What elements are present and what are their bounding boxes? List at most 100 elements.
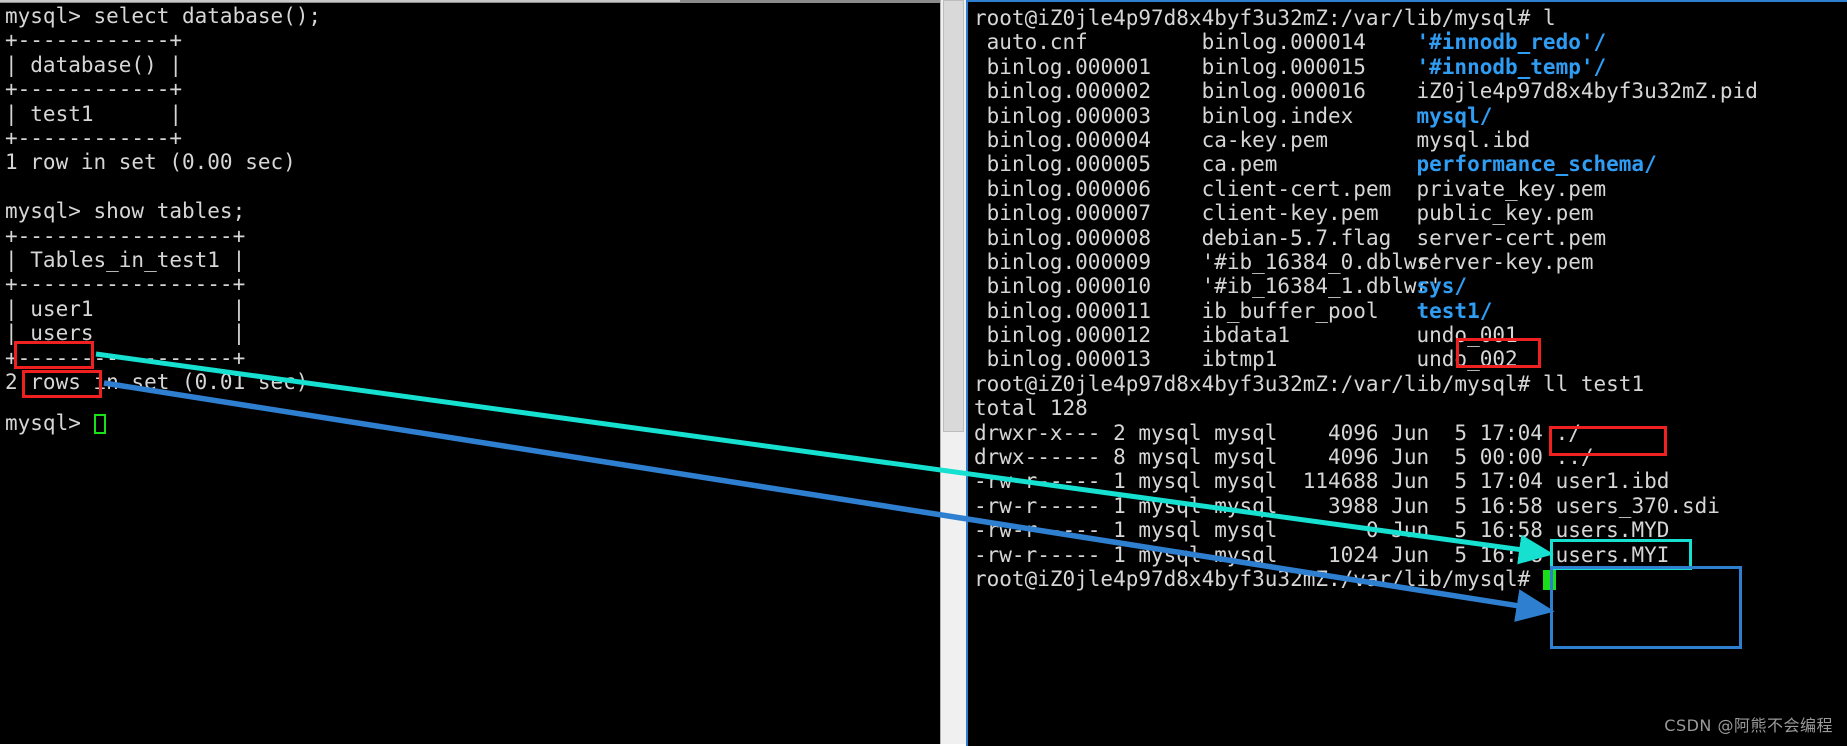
listing-indent: [974, 79, 987, 103]
shell-prompt-line-3: root@iZ0jle4p97d8x4byf3u32mZ:/var/lib/my…: [974, 567, 1758, 591]
file-entry: binlog.000001: [986, 54, 1202, 79]
file-listing-row: binlog.000001 binlog.000015 '#innodb_tem…: [974, 55, 1758, 79]
listing-indent: [974, 128, 987, 152]
window-title-strip: [0, 0, 680, 2]
csdn-watermark: CSDN @阿熊不会编程: [1664, 716, 1833, 735]
ll-output-row: -rw-r----- 1 mysql mysql 1024 Jun 5 16:5…: [974, 543, 1758, 567]
file-entry: binlog.index: [1201, 103, 1417, 128]
directory-entry: '#innodb_redo'/: [1416, 30, 1607, 55]
file-entry: binlog.000005: [986, 152, 1202, 177]
file-listing-row: binlog.000004 ca-key.pem mysql.ibd: [974, 128, 1758, 152]
file-listing-row: binlog.000010 '#ib_16384_1.dblwr'sys/: [974, 274, 1758, 298]
mysql-output-text: mysql> select database(); +------------+…: [5, 4, 322, 395]
file-listing-row: binlog.000006 client-cert.pem private_ke…: [974, 177, 1758, 201]
directory-entry: mysql/: [1416, 103, 1493, 128]
ll-row-filename: user1.ibd: [1555, 469, 1670, 494]
file-entry: binlog.000016: [1201, 79, 1417, 104]
file-entry: private_key.pem: [1416, 176, 1607, 201]
file-listing-row: binlog.000008 debian-5.7.flag server-cer…: [974, 226, 1758, 250]
shell-prompt-line-2: root@iZ0jle4p97d8x4byf3u32mZ:/var/lib/my…: [974, 372, 1758, 396]
mysql-prompt-line: mysql>: [5, 411, 106, 435]
text-cursor: [93, 414, 106, 434]
listing-indent: [974, 177, 987, 201]
ll-output-row: drwx------ 8 mysql mysql 4096 Jun 5 00:0…: [974, 445, 1758, 469]
file-entry: server-cert.pem: [1416, 225, 1607, 250]
listing-indent: [974, 55, 987, 79]
mysql-client-terminal[interactable]: mysql> select database(); +------------+…: [0, 0, 940, 744]
file-entry: server-key.pem: [1416, 249, 1594, 274]
ll-row-metadata: -rw-r----- 1 mysql mysql 3988 Jun 5 16:5…: [974, 493, 1556, 518]
file-listing-row: binlog.000009 '#ib_16384_0.dblwr'server-…: [974, 250, 1758, 274]
file-listing-row: binlog.000011 ib_buffer_pool test1/: [974, 299, 1758, 323]
mysql-prompt-label: mysql>: [5, 411, 94, 435]
file-entry: binlog.000009: [986, 249, 1202, 274]
file-entry: mysql.ibd: [1416, 127, 1531, 152]
listing-indent: [974, 299, 987, 323]
file-entry: binlog.000006: [986, 176, 1202, 201]
ll-row-filename: ../: [1555, 445, 1594, 470]
file-entry: iZ0jle4p97d8x4byf3u32mZ.pid: [1416, 79, 1758, 104]
file-entry: ca.pem: [1201, 152, 1417, 177]
file-listing-row: auto.cnf binlog.000014 '#innodb_redo'/: [974, 30, 1758, 54]
ll-test1-command: ll test1: [1542, 371, 1645, 396]
ll-output-row: -rw-r----- 1 mysql mysql 114688 Jun 5 17…: [974, 469, 1758, 493]
vertical-scrollbar[interactable]: [940, 0, 967, 744]
ll-row-metadata: -rw-r----- 1 mysql mysql 1024 Jun 5 16:5…: [974, 542, 1556, 567]
ll-row-metadata: drwxr-x--- 2 mysql mysql 4096 Jun 5 17:0…: [974, 420, 1556, 445]
listing-indent: [974, 104, 987, 128]
ll-row-metadata: drwx------ 8 mysql mysql 4096 Jun 5 00:0…: [974, 445, 1556, 470]
ll-row-filename: users.MYD: [1555, 518, 1670, 543]
ll-row-metadata: -rw-r----- 1 mysql mysql 114688 Jun 5 17…: [974, 469, 1556, 494]
directory-entry: test1/: [1416, 298, 1493, 323]
file-entry: binlog.000015: [1201, 54, 1417, 79]
listing-indent: [974, 30, 987, 54]
ll-total-line: total 128: [974, 396, 1758, 420]
file-entry: undo_001: [1416, 323, 1518, 348]
ll-output-row: -rw-r----- 1 mysql mysql 0 Jun 5 16:58 u…: [974, 518, 1758, 542]
listing-indent: [974, 201, 987, 225]
shell-prompt-line-1: root@iZ0jle4p97d8x4byf3u32mZ:/var/lib/my…: [974, 6, 1758, 30]
file-entry: binlog.000008: [986, 225, 1202, 250]
directory-entry: performance_schema/: [1416, 152, 1657, 177]
file-entry: ibdata1: [1201, 323, 1417, 348]
file-entry: binlog.000011: [986, 298, 1202, 323]
scrollbar-thumb[interactable]: [943, 0, 964, 432]
ll-output-row: -rw-r----- 1 mysql mysql 3988 Jun 5 16:5…: [974, 494, 1758, 518]
ll-total-text: total 128: [974, 396, 1088, 421]
screenshot-root: mysql> select database(); +------------+…: [0, 0, 1847, 746]
file-listing-row: binlog.000002 binlog.000016 iZ0jle4p97d8…: [974, 79, 1758, 103]
listing-indent: [974, 250, 987, 274]
file-listing-row: binlog.000007 client-key.pem public_key.…: [974, 201, 1758, 225]
file-entry: client-cert.pem: [1201, 176, 1417, 201]
shell-text-cursor: [1542, 569, 1556, 590]
file-entry: undo_002: [1416, 347, 1518, 372]
file-entry: ib_buffer_pool: [1201, 298, 1417, 323]
directory-entry: sys/: [1416, 274, 1468, 299]
shell-prompt-1-text: root@iZ0jle4p97d8x4byf3u32mZ:/var/lib/my…: [974, 6, 1556, 30]
listing-indent: [974, 226, 987, 250]
file-entry: binlog.000013: [986, 347, 1202, 372]
file-entry: binlog.000007: [986, 201, 1202, 226]
file-listing-row: binlog.000013 ibtmp1 undo_002: [974, 347, 1758, 371]
ll-row-filename: ./: [1555, 420, 1581, 445]
file-entry: '#ib_16384_1.dblwr': [1201, 274, 1442, 299]
shell-prompt-3-text: root@iZ0jle4p97d8x4byf3u32mZ:/var/lib/my…: [974, 566, 1543, 591]
file-entry: auto.cnf: [986, 30, 1202, 55]
file-entry: client-key.pem: [1201, 201, 1417, 226]
file-listing-row: binlog.000005 ca.pem performance_schema/: [974, 152, 1758, 176]
shell-terminal[interactable]: root@iZ0jle4p97d8x4byf3u32mZ:/var/lib/my…: [966, 0, 1847, 746]
file-entry: ibtmp1: [1201, 347, 1417, 372]
ll-row-filename: users_370.sdi: [1555, 493, 1720, 518]
file-entry: binlog.000004: [986, 127, 1202, 152]
listing-indent: [974, 274, 987, 298]
file-entry: binlog.000012: [986, 323, 1202, 348]
file-entry: '#ib_16384_0.dblwr': [1201, 249, 1442, 274]
file-entry: binlog.000014: [1201, 30, 1417, 55]
shell-prompt-2-text: root@iZ0jle4p97d8x4byf3u32mZ:/var/lib/my…: [974, 371, 1543, 396]
file-entry: binlog.000010: [986, 274, 1202, 299]
listing-indent: [974, 152, 987, 176]
file-entry: ca-key.pem: [1201, 127, 1417, 152]
ll-row-filename: users.MYI: [1555, 542, 1670, 567]
listing-indent: [974, 323, 987, 347]
file-entry: public_key.pem: [1416, 201, 1594, 226]
